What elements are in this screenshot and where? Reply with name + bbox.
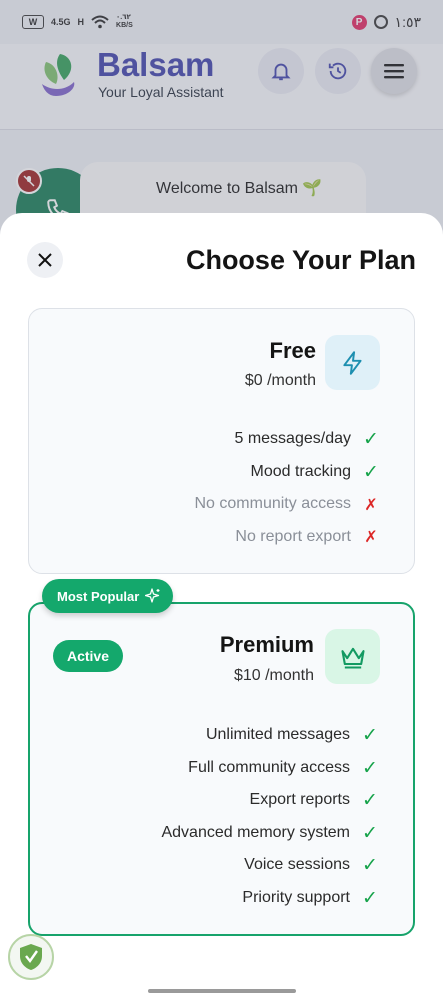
feature-item: Voice sessions ✓	[50, 849, 380, 882]
home-indicator[interactable]	[148, 989, 296, 993]
feature-label: Full community access	[188, 758, 350, 776]
lightning-icon	[342, 350, 362, 375]
security-shield-button[interactable]	[8, 934, 54, 980]
check-icon: ✓	[362, 886, 378, 909]
feature-label: Export reports	[249, 791, 350, 809]
close-button[interactable]	[27, 242, 63, 278]
feature-item: No community access ✗	[49, 488, 381, 521]
plan-icon-box	[325, 335, 380, 390]
feature-item: Export reports ✓	[50, 784, 380, 817]
sparkle-icon	[145, 588, 160, 603]
check-icon: ✓	[362, 724, 378, 747]
close-icon	[38, 253, 52, 267]
feature-label: No report export	[235, 527, 351, 545]
cross-icon: ✗	[364, 527, 378, 547]
cross-icon: ✗	[364, 494, 378, 514]
check-icon: ✓	[363, 428, 379, 451]
check-icon: ✓	[362, 789, 378, 812]
feature-item: No report export ✗	[49, 521, 381, 554]
feature-label: Mood tracking	[250, 462, 352, 480]
feature-label: 5 messages/day	[234, 430, 351, 448]
plan-price: $10 /month	[233, 667, 314, 684]
shield-icon	[20, 944, 42, 970]
feature-label: Voice sessions	[244, 856, 350, 874]
most-popular-badge: Most Popular	[42, 579, 174, 613]
feature-label: Advanced memory system	[161, 823, 350, 841]
check-icon: ✓	[362, 854, 378, 877]
feature-item: 5 messages/day ✓	[49, 423, 381, 456]
plan-name: Premium	[219, 632, 314, 657]
plan-card-premium[interactable]: Active Premium $10 /month Unlimited mess…	[28, 602, 415, 936]
feature-item: Unlimited messages ✓	[50, 719, 380, 752]
active-status-badge: Active	[53, 640, 123, 672]
plan-sheet: Choose Your Plan Free $0 /month 5 messag…	[0, 213, 443, 1000]
sheet-title: Choose Your Plan	[185, 245, 416, 275]
feature-item: Priority support ✓	[50, 882, 380, 915]
feature-label: Unlimited messages	[205, 726, 350, 744]
plan-price: $0 /month	[244, 372, 316, 389]
crown-icon	[340, 647, 365, 669]
feature-label: Priority support	[242, 888, 350, 906]
plan-icon-box	[325, 629, 380, 684]
badge-label: Most Popular	[57, 588, 140, 604]
feature-list: 5 messages/day ✓ Mood tracking ✓ No commun…	[49, 423, 381, 553]
feature-item: Advanced memory system ✓	[50, 817, 380, 850]
check-icon: ✓	[362, 821, 378, 844]
feature-item: Mood tracking ✓	[49, 456, 381, 489]
feature-item: Full community access ✓	[50, 752, 380, 785]
plan-card-free[interactable]: Free $0 /month 5 messages/day ✓ Mood trac…	[28, 308, 415, 574]
feature-list: Unlimited messages ✓ Full community acces…	[50, 719, 380, 914]
check-icon: ✓	[362, 756, 378, 779]
check-icon: ✓	[363, 460, 379, 483]
plan-name: Free	[269, 338, 316, 363]
feature-label: No community access	[194, 495, 352, 513]
